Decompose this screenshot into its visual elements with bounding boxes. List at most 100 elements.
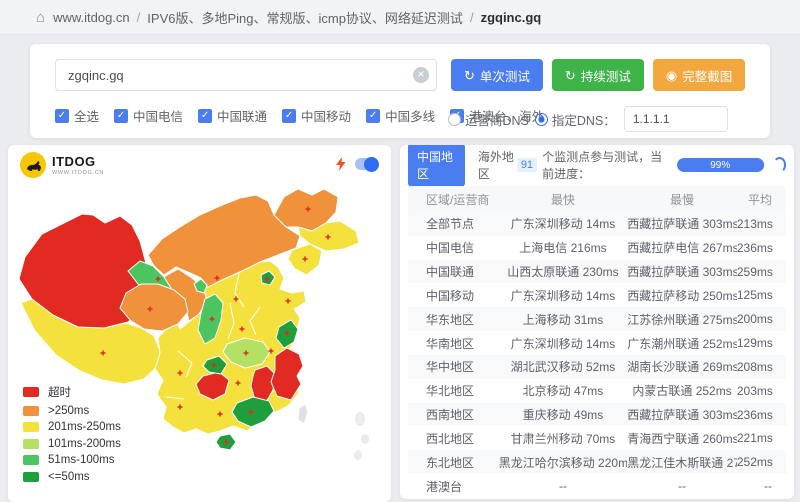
header-average: 平均: [737, 191, 786, 208]
legend-swatch: [23, 439, 39, 449]
checkbox-checked-icon[interactable]: ✓: [55, 109, 69, 123]
cell-region: 华北地区: [408, 382, 499, 399]
table-row: 西南地区 重庆移动 49ms 西藏拉萨联通 303ms 236ms: [408, 403, 786, 427]
cell-average: 203ms: [737, 384, 786, 398]
cell-slowest: 西藏拉萨移动 250ms: [627, 287, 737, 304]
cell-fastest: --: [499, 479, 628, 493]
full-screenshot-button[interactable]: ◉ 完整截图: [653, 59, 745, 91]
filter-checkbox-china-multiline[interactable]: ✓ 中国多线: [366, 106, 435, 125]
breadcrumb-site[interactable]: www.itdog.cn: [53, 10, 130, 25]
cell-region: 华南地区: [408, 335, 499, 352]
progress-text: 个监测点参与测试，当前进度：: [542, 148, 674, 182]
filter-checkbox-china-mobile[interactable]: ✓ 中国移动: [282, 106, 351, 125]
cell-region: 港澳台: [408, 478, 499, 495]
home-icon: ⌂: [36, 9, 45, 26]
results-table: 区域/运营商 最快 最慢 平均 全部节点 广东深圳移动 14ms 西藏拉萨联通 …: [408, 186, 786, 498]
cell-region: 中国电信: [408, 239, 499, 256]
lightning-icon: [336, 157, 346, 171]
cell-fastest: 北京移动 47ms: [499, 382, 628, 399]
map-panel: ITDOG WWW.ITDOG.CN: [8, 145, 391, 502]
continuous-test-label: 持续测试: [581, 66, 631, 85]
progress-fill: 99%: [677, 158, 764, 172]
results-table-body: 全部节点 广东深圳移动 14ms 西藏拉萨联通 303ms 213ms 中国电信…: [408, 212, 786, 498]
breadcrumb-path[interactable]: IPV6版、多地Ping、常规版、icmp协议、网络延迟测试: [147, 8, 463, 27]
carrier-dns-label: 运营商DNS: [465, 110, 529, 129]
cell-fastest: 湖北武汉移动 52ms: [499, 358, 628, 375]
results-panel: 中国地区 海外地区 91 个监测点参与测试，当前进度： 99% 区域/运营商 最…: [400, 145, 794, 499]
toggle-knob[interactable]: [364, 157, 379, 172]
cell-average: 236ms: [737, 241, 786, 255]
single-test-button[interactable]: ↻ 单次测试: [451, 59, 543, 91]
radio-off-icon[interactable]: [448, 113, 461, 126]
cell-fastest: 广东深圳移动 14ms: [499, 335, 628, 352]
legend-swatch: [23, 422, 39, 432]
tab-china-region[interactable]: 中国地区: [408, 145, 465, 187]
filter-label: 中国多线: [385, 106, 435, 125]
legend-swatch: [23, 455, 39, 465]
table-row: 港澳台 -- -- --: [408, 474, 786, 498]
cell-fastest: 黑龙江哈尔滨移动 220ms: [499, 454, 628, 471]
cell-slowest: 西藏拉萨联通 303ms: [627, 263, 737, 280]
map-legend: 超时 >250ms 201ms-250ms 101ms-200ms 51ms-1…: [23, 384, 121, 483]
itdog-dog-icon: [20, 152, 46, 178]
cell-average: --: [737, 479, 786, 493]
table-row: 中国电信 上海电信 216ms 西藏拉萨电信 267ms 236ms: [408, 236, 786, 260]
breadcrumb-separator: /: [137, 10, 141, 25]
cell-slowest: 江苏徐州联通 275ms: [627, 311, 737, 328]
legend-label: 超时: [48, 384, 71, 400]
custom-dns-radio[interactable]: 指定DNS：: [535, 110, 616, 129]
continuous-test-button[interactable]: ↻ 持续测试: [552, 59, 644, 91]
cell-fastest: 甘肃兰州移动 70ms: [499, 430, 628, 447]
radio-on-icon[interactable]: [535, 113, 548, 126]
itdog-logo: ITDOG WWW.ITDOG.CN: [20, 152, 104, 178]
legend-swatch: [23, 406, 39, 416]
filter-label: 中国移动: [301, 106, 351, 125]
cell-fastest: 重庆移动 49ms: [499, 406, 628, 423]
clear-input-icon[interactable]: ×: [413, 67, 429, 83]
legend-item: 101ms-200ms: [23, 438, 121, 450]
legend-item: >250ms: [23, 405, 121, 417]
filter-checkbox-china-unicom[interactable]: ✓ 中国联通: [198, 106, 267, 125]
cell-region: 中国联通: [408, 263, 499, 280]
custom-dns-label: 指定DNS：: [552, 110, 616, 129]
cell-slowest: 内蒙古联通 252ms: [627, 382, 737, 399]
dns-input[interactable]: [624, 106, 728, 132]
filter-checkbox-china-telecom[interactable]: ✓ 中国电信: [114, 106, 183, 125]
legend-label: >250ms: [48, 405, 89, 417]
cell-slowest: --: [627, 479, 737, 493]
checkbox-checked-icon[interactable]: ✓: [198, 109, 212, 123]
table-row: 西北地区 甘肃兰州移动 70ms 青海西宁联通 260ms 221ms: [408, 426, 786, 450]
map-animation-toggle[interactable]: [355, 158, 377, 170]
host-input[interactable]: [55, 59, 437, 91]
legend-label: 101ms-200ms: [48, 438, 121, 450]
cell-region: 西南地区: [408, 406, 499, 423]
results-table-header: 区域/运营商 最快 最慢 平均: [408, 186, 786, 212]
carrier-dns-radio[interactable]: 运营商DNS: [448, 110, 529, 129]
checkbox-checked-icon[interactable]: ✓: [114, 109, 128, 123]
filter-label: 全选: [74, 106, 99, 125]
cell-slowest: 湖南长沙联通 269ms: [627, 358, 737, 375]
cell-region: 西北地区: [408, 430, 499, 447]
cell-average: 213ms: [737, 217, 786, 231]
breadcrumb-separator: /: [470, 10, 474, 25]
single-test-label: 单次测试: [480, 66, 530, 85]
logo-title: ITDOG: [52, 155, 104, 168]
refresh-icon: ↻: [464, 69, 475, 82]
table-row: 华北地区 北京移动 47ms 内蒙古联通 252ms 203ms: [408, 379, 786, 403]
filter-label: 中国联通: [217, 106, 267, 125]
map-region-taiwan[interactable]: [298, 404, 308, 424]
checkbox-checked-icon[interactable]: ✓: [366, 109, 380, 123]
tab-overseas-region[interactable]: 海外地区: [478, 148, 517, 182]
checkbox-checked-icon[interactable]: ✓: [282, 109, 296, 123]
cell-fastest: 广东深圳移动 14ms: [499, 287, 628, 304]
logo-subtitle: WWW.ITDOG.CN: [52, 170, 104, 176]
cell-average: 200ms: [737, 312, 786, 326]
filter-checkbox-select-all[interactable]: ✓ 全选: [55, 106, 99, 125]
cell-slowest: 黑龙江佳木斯联通 277ms: [627, 454, 737, 471]
header-slowest: 最慢: [627, 191, 737, 208]
cell-slowest: 西藏拉萨联通 303ms: [627, 215, 737, 232]
cell-slowest: 西藏拉萨联通 303ms: [627, 406, 737, 423]
legend-swatch: [23, 472, 39, 482]
legend-label: <=50ms: [48, 471, 90, 483]
table-row: 华东地区 上海移动 31ms 江苏徐州联通 275ms 200ms: [408, 307, 786, 331]
